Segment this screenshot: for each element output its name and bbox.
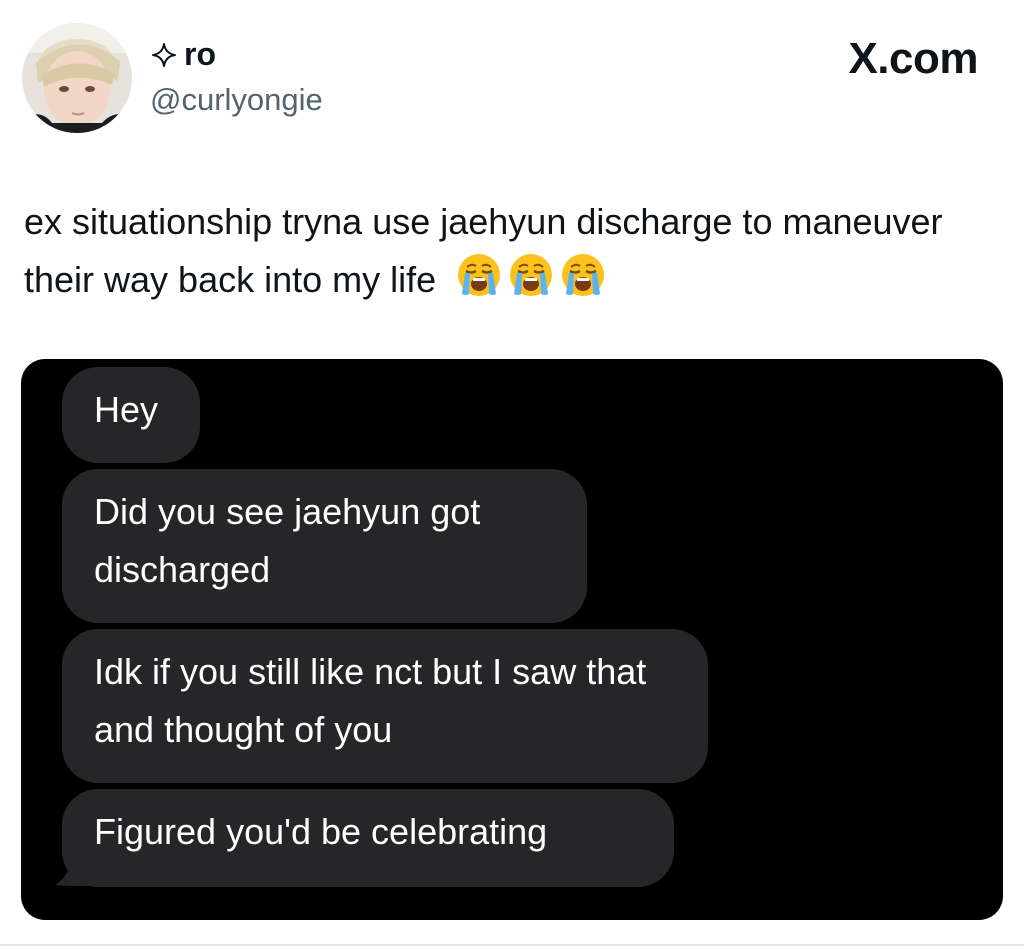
emoji-group: [456, 252, 606, 298]
message-text: Did you see jaehyun got discharged: [94, 491, 481, 590]
source-label: X.com: [848, 34, 978, 83]
tweet-text: ex situationship tryna use jaehyun disch…: [24, 193, 984, 309]
author-name[interactable]: ro: [150, 36, 216, 73]
crying-face-emoji: [562, 254, 605, 296]
crying-face-emoji: [458, 254, 501, 296]
avatar[interactable]: [22, 23, 132, 133]
message-bubble: Did you see jaehyun got discharged: [62, 469, 587, 623]
crying-face-emoji: [510, 254, 553, 296]
message-bubble: Hey: [62, 367, 200, 463]
message-text: Hey: [94, 389, 159, 430]
sparkle-icon: [152, 42, 176, 67]
message-text: Figured you'd be celebrating: [94, 811, 548, 852]
bubble-tail: [55, 845, 97, 886]
display-name-text: ro: [184, 36, 216, 72]
avatar-photo: [22, 23, 132, 133]
attached-screenshot[interactable]: Hey Did you see jaehyun got discharged I…: [21, 359, 1003, 920]
message-bubble: Figured you'd be celebrating: [62, 789, 674, 887]
message-text: Idk if you still like nct but I saw that…: [94, 651, 647, 750]
author-handle[interactable]: @curlyongie: [150, 82, 323, 118]
divider: [0, 944, 1024, 946]
message-bubble: Idk if you still like nct but I saw that…: [62, 629, 708, 783]
